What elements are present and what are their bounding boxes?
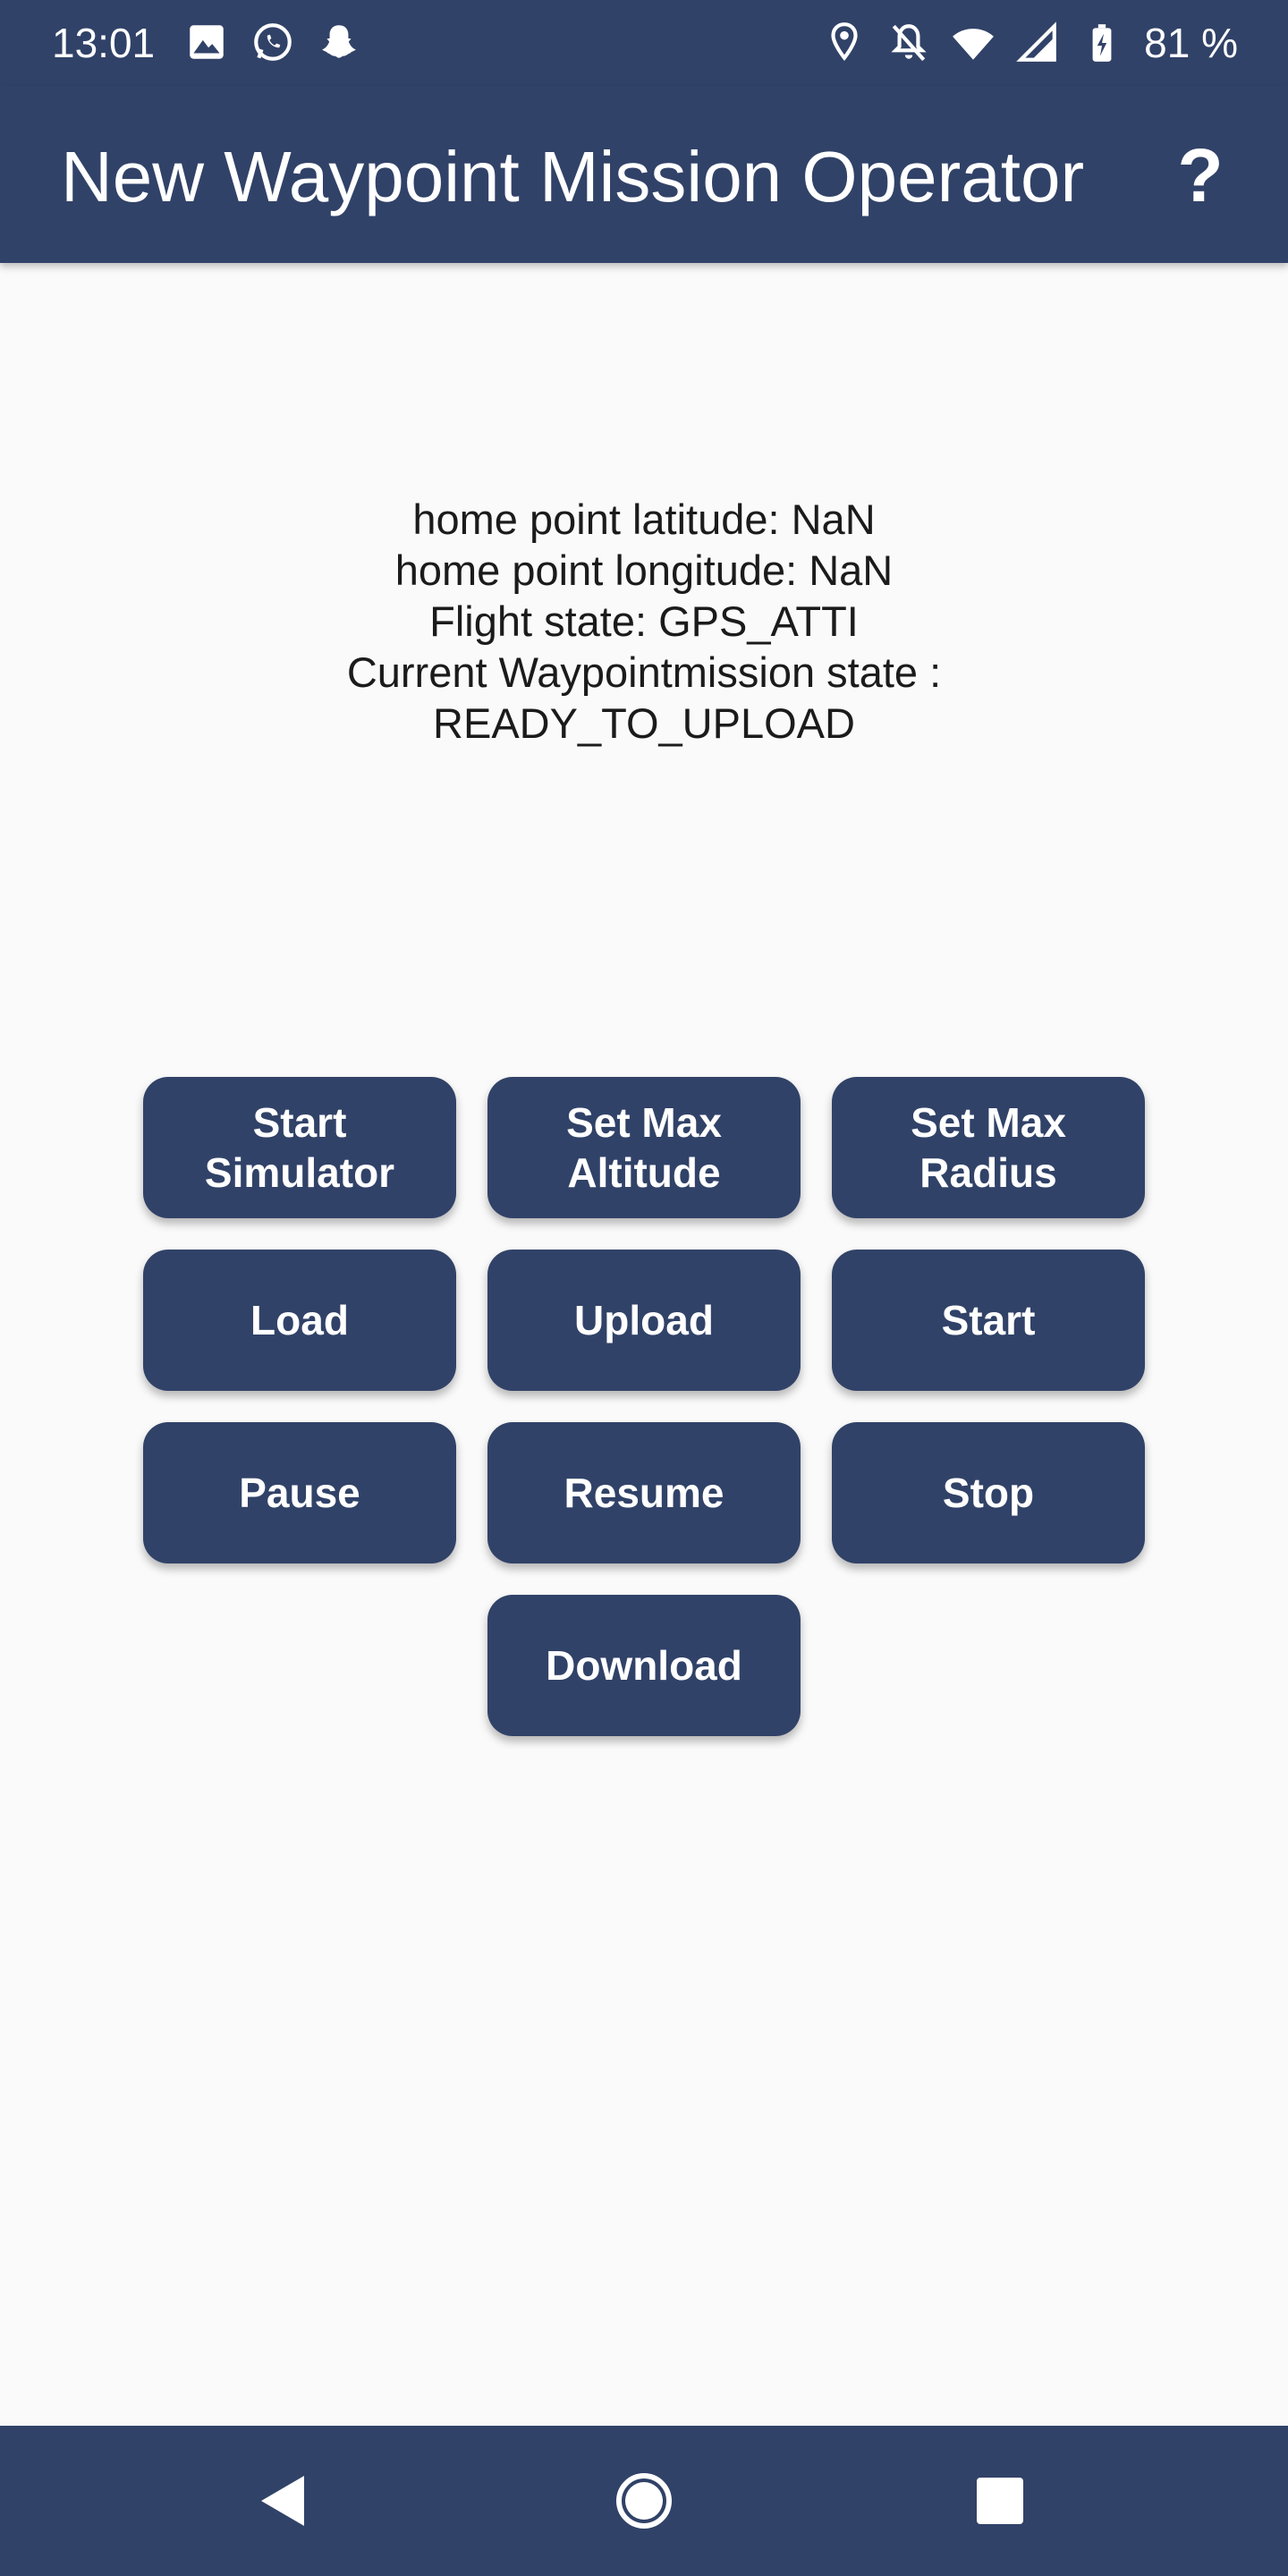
stop-button[interactable]: Stop xyxy=(832,1422,1145,1563)
whatsapp-icon xyxy=(254,23,292,61)
page-title: New Waypoint Mission Operator xyxy=(61,137,1085,216)
navigation-bar xyxy=(0,2426,1288,2576)
battery-charging-icon xyxy=(1092,24,1112,62)
status-time: 13:01 xyxy=(52,20,156,66)
home-icon[interactable] xyxy=(599,2456,689,2546)
upload-button[interactable]: Upload xyxy=(487,1250,801,1391)
home-latitude-text: home point latitude: NaN xyxy=(412,496,876,543)
mission-state-value: READY_TO_UPLOAD xyxy=(433,699,855,747)
status-bar: 13:01 81 % xyxy=(0,0,1288,86)
set-max-altitude-button[interactable]: Set Max Altitude xyxy=(487,1077,801,1218)
recents-icon[interactable] xyxy=(955,2456,1045,2546)
load-button[interactable]: Load xyxy=(143,1250,456,1391)
status-notification-icons xyxy=(184,20,361,64)
back-icon[interactable] xyxy=(240,2456,329,2546)
mission-state-label: Current Waypointmission state : xyxy=(346,648,942,696)
battery-percentage: 81 % xyxy=(1144,20,1238,66)
set-max-radius-button[interactable]: Set Max Radius xyxy=(832,1077,1145,1218)
download-button[interactable]: Download xyxy=(487,1595,801,1736)
notifications-off-icon xyxy=(891,24,927,62)
image-icon xyxy=(190,25,224,59)
mission-info: home point latitude: NaN home point long… xyxy=(0,494,1288,749)
resume-button[interactable]: Resume xyxy=(487,1422,801,1563)
snapchat-icon xyxy=(322,25,356,58)
app-bar: New Waypoint Mission Operator ? xyxy=(0,86,1288,263)
location-icon xyxy=(831,22,858,62)
status-system-icons: 81 % xyxy=(822,16,1238,70)
help-button[interactable]: ? xyxy=(1156,131,1245,220)
cellular-icon xyxy=(1016,21,1056,62)
wifi-icon xyxy=(953,29,995,60)
start-button[interactable]: Start xyxy=(832,1250,1145,1391)
flight-state-text: Flight state: GPS_ATTI xyxy=(429,597,859,645)
start-simulator-button[interactable]: Start Simulator xyxy=(143,1077,456,1218)
pause-button[interactable]: Pause xyxy=(143,1422,456,1563)
home-longitude-text: home point longitude: NaN xyxy=(394,547,894,594)
